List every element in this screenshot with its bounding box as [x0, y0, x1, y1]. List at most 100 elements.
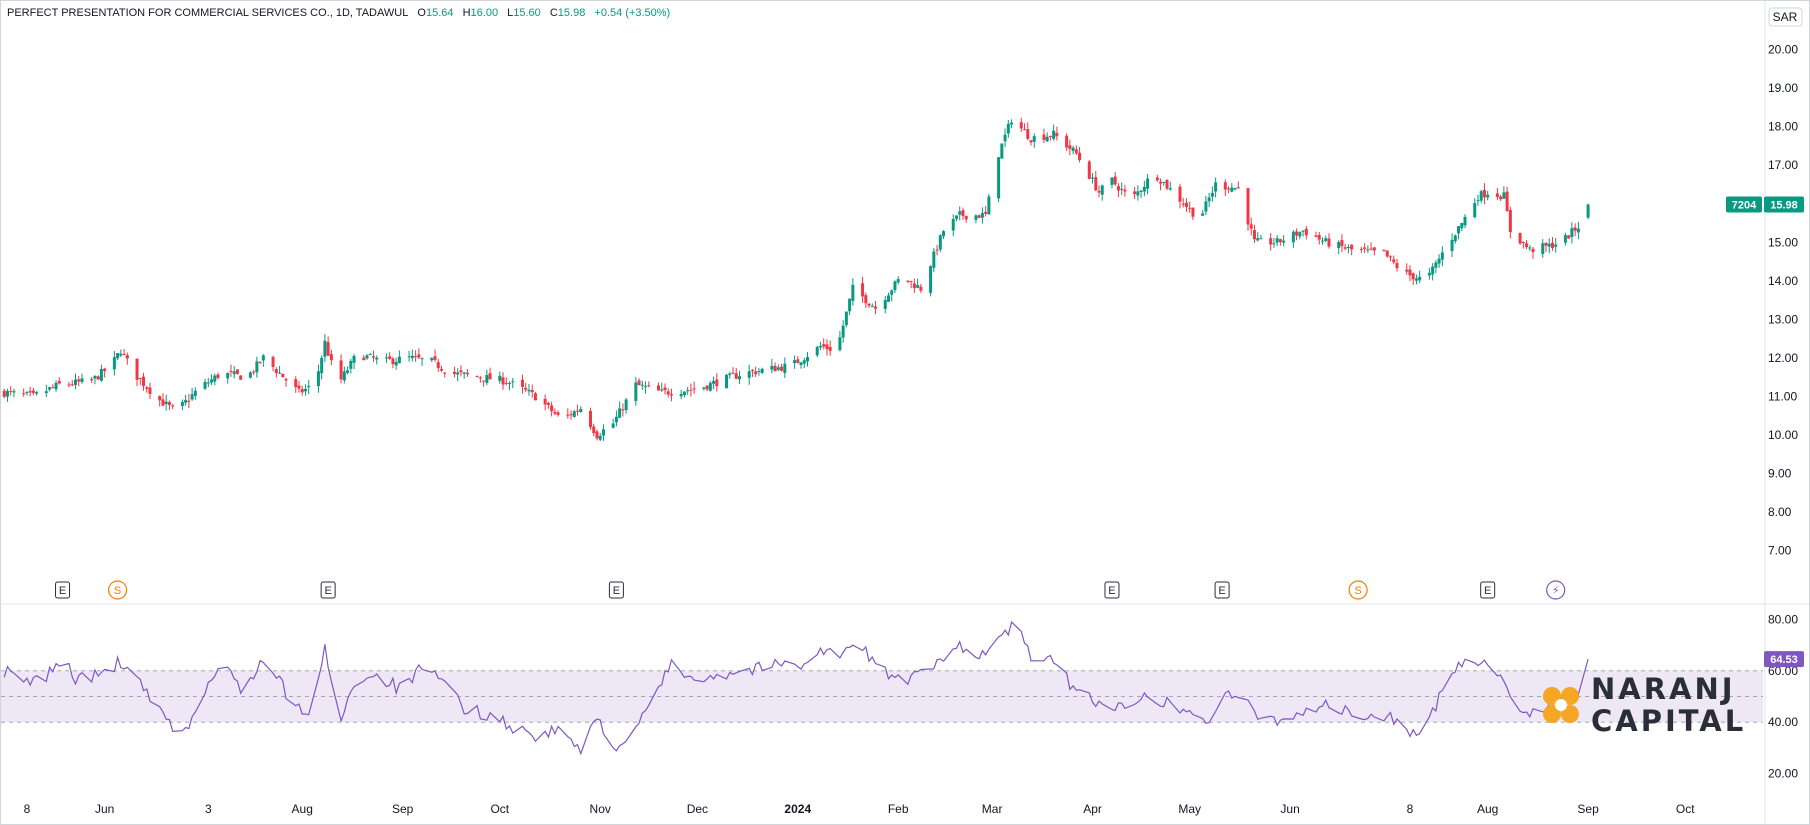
candle [1431, 263, 1435, 281]
candle-body [1369, 248, 1373, 250]
candle-body [780, 366, 784, 371]
candle-body [397, 356, 401, 364]
candle [255, 356, 259, 378]
candle [715, 373, 719, 392]
time-tick-label: Jun [95, 802, 114, 816]
event-marker-earnings[interactable]: E [1104, 581, 1120, 599]
candle [384, 353, 388, 363]
event-marker-earnings[interactable]: E [1480, 581, 1496, 599]
candle [122, 349, 126, 356]
candle [1486, 190, 1490, 201]
candle-body [1168, 188, 1172, 190]
candle-body [576, 410, 580, 412]
event-marker-split[interactable]: S [1348, 580, 1368, 600]
event-marker-earnings[interactable]: E [608, 581, 624, 599]
candle-body [391, 358, 395, 365]
candle [909, 280, 913, 289]
low-value: 15.60 [513, 7, 541, 19]
candle [546, 401, 550, 409]
candle-body [822, 344, 826, 347]
candle [1256, 232, 1260, 242]
candle-body [1573, 227, 1577, 231]
candle-body [365, 355, 369, 359]
candle-body [954, 215, 958, 219]
candle-body [1301, 230, 1305, 232]
earnings-marker-label: E [1108, 585, 1115, 597]
candle-body [614, 416, 618, 423]
candle-body [1437, 258, 1441, 264]
candle-body [9, 390, 13, 392]
candle-body [203, 382, 207, 389]
candle [323, 334, 327, 363]
candle-body [916, 285, 920, 288]
candle [611, 418, 615, 429]
candle [138, 377, 142, 386]
candle [1023, 123, 1027, 131]
candle [1233, 187, 1237, 191]
candle [2, 388, 6, 399]
candle [1382, 249, 1386, 252]
candle-body [271, 357, 275, 368]
candle-body [980, 212, 984, 218]
price-tick-label: 15.00 [1768, 235, 1798, 249]
event-marker-earnings[interactable]: E [55, 581, 71, 599]
candle [1184, 198, 1188, 212]
candle-body [1508, 210, 1512, 233]
earnings-marker-label: E [324, 585, 331, 597]
candle-body [802, 360, 806, 364]
candle-body [326, 341, 330, 356]
candle [226, 372, 230, 384]
candle [1385, 250, 1389, 258]
candle [828, 340, 832, 356]
candle-body [1246, 188, 1250, 225]
candle [193, 387, 197, 400]
candle [874, 300, 878, 315]
candle [893, 280, 897, 294]
candle [148, 382, 152, 399]
candle [524, 382, 528, 392]
candle-body [1554, 244, 1558, 247]
candle [57, 377, 61, 385]
event-marker-flash[interactable]: ⚡ [1546, 580, 1566, 600]
candle-body [1408, 269, 1412, 276]
candle-body [320, 357, 324, 374]
candle-body [520, 379, 524, 387]
candle [1414, 274, 1418, 285]
price-tick-label: 14.00 [1768, 274, 1798, 288]
candle [530, 384, 534, 398]
candle-body [624, 399, 628, 411]
candle [375, 355, 379, 365]
candle [164, 394, 168, 411]
candle-body [987, 196, 991, 215]
candle-body [1159, 181, 1163, 184]
event-marker-earnings[interactable]: E [1214, 581, 1230, 599]
candle-body [1463, 216, 1467, 226]
candle-body [1414, 278, 1418, 281]
candle-body [1563, 235, 1567, 243]
candle-body [462, 372, 466, 374]
event-marker-earnings[interactable]: E [320, 581, 336, 599]
candle-body [57, 380, 61, 384]
candle [1155, 174, 1159, 182]
candle-body [388, 356, 392, 360]
candle-body [909, 281, 913, 283]
time-tick-label: Jun [1280, 802, 1299, 816]
candle [1372, 246, 1376, 256]
candle-body [430, 357, 434, 361]
candle [974, 214, 978, 224]
candle [465, 368, 469, 377]
candle [51, 384, 55, 389]
candle [1120, 182, 1124, 195]
symbol-title[interactable]: PERFECT PRESENTATION FOR COMMERCIAL SERV… [7, 7, 408, 19]
event-marker-split[interactable]: S [108, 580, 128, 600]
rsi-tick-label: 40.00 [1768, 715, 1798, 729]
candle [31, 387, 35, 396]
candle [621, 403, 625, 417]
candle-body [890, 290, 894, 295]
candle [1389, 255, 1393, 262]
candle [1032, 133, 1036, 148]
candle [320, 355, 324, 380]
price-chart-svg[interactable]: SAR 20.00 19.00 18.00 17.00 16.00 15.00 14.00 13… [1, 1, 1809, 824]
candle-body [747, 371, 751, 378]
candle-body [93, 375, 97, 379]
